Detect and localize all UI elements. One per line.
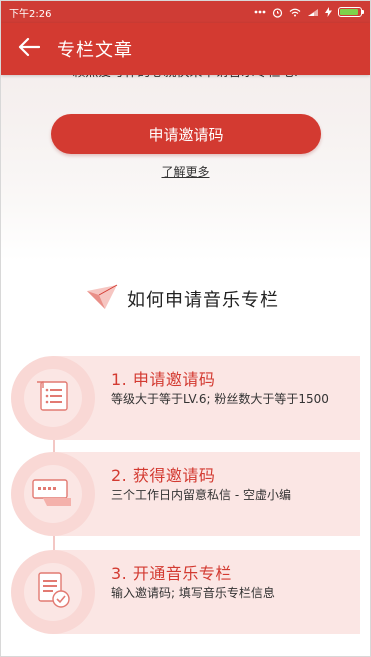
step-title: 3. 开通音乐专栏: [111, 564, 232, 583]
how-to-title: 如何申请音乐专栏: [127, 290, 279, 311]
learn-more-link[interactable]: 了解更多: [1, 163, 370, 180]
step-icon-circle: [11, 452, 95, 536]
battery-icon: [338, 7, 364, 17]
apply-invite-code-button[interactable]: 申请邀请码: [51, 114, 321, 154]
charging-icon: [325, 7, 332, 17]
status-time: 下午2:26: [9, 8, 52, 20]
signal-icon: [307, 8, 319, 17]
status-bar: 下午2:26: [1, 1, 370, 23]
back-button[interactable]: [1, 23, 57, 75]
scroll-list-icon: [33, 378, 73, 418]
step-description: 三个工作日内留意私信 - 空虚小编: [111, 488, 291, 502]
document-check-icon: [33, 571, 73, 613]
screen: 下午2:26 赖然爱写作的心就快来申请音乐专栏吧!: [0, 0, 371, 657]
how-to-header: 如何申请音乐专栏: [85, 281, 279, 317]
wifi-icon: [289, 8, 301, 17]
step-item-1: 1. 申请邀请码 等级大于等于LV.6; 粉丝数大于等于1500: [11, 356, 360, 440]
page-title: 专栏文章: [57, 40, 133, 61]
step-icon-circle: [11, 356, 95, 440]
step-item-3: 3. 开通音乐专栏 输入邀请码; 填写音乐专栏信息: [11, 550, 360, 634]
status-icons: [254, 7, 364, 18]
step-title: 2. 获得邀请码: [111, 466, 216, 485]
paper-plane-icon: [85, 281, 119, 317]
step-title: 1. 申请邀请码: [111, 370, 216, 389]
step-description: 等级大于等于LV.6; 粉丝数大于等于1500: [111, 392, 329, 406]
alarm-icon: [272, 7, 283, 18]
ticket-hand-icon: [31, 476, 75, 512]
more-dots-icon: [254, 10, 266, 14]
app-bar: 专栏文章: [1, 23, 370, 75]
step-description: 输入邀请码; 填写音乐专栏信息: [111, 586, 275, 600]
arrow-left-icon: [18, 37, 41, 61]
step-icon-circle: [11, 550, 95, 634]
step-item-2: 2. 获得邀请码 三个工作日内留意私信 - 空虚小编: [11, 452, 360, 536]
